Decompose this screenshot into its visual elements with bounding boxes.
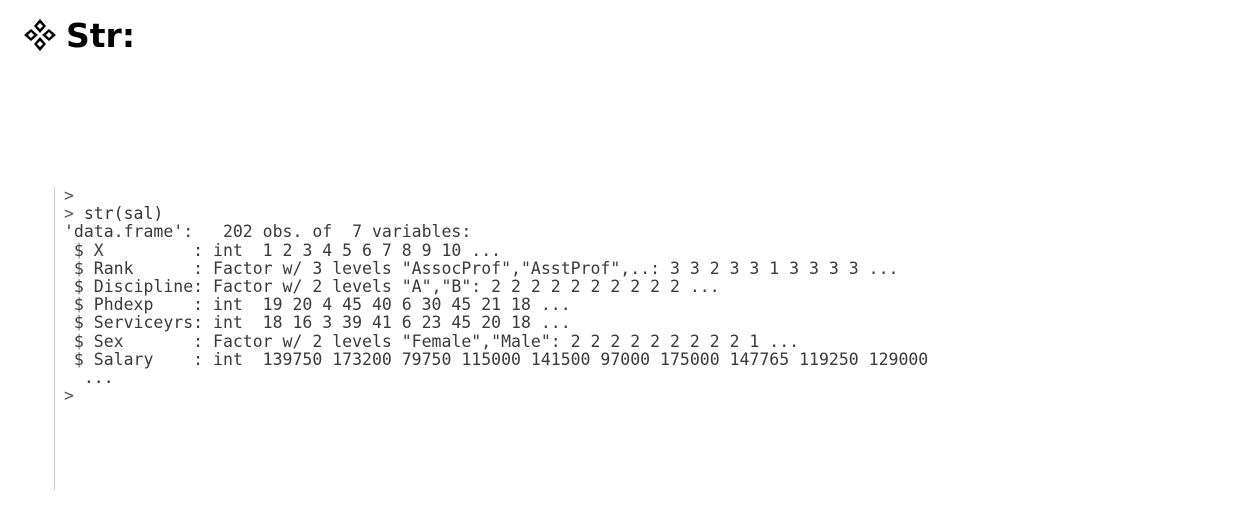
console-line: > (64, 386, 1214, 406)
four-diamonds-icon (24, 19, 56, 51)
console-text: $ Sex : Factor w/ 2 levels "Female","Mal… (64, 331, 800, 351)
console-text: $ Salary : int 139750 173200 79750 11500… (64, 349, 929, 369)
console-line: ... (64, 367, 1214, 387)
console-text: $ Serviceyrs: int 18 16 3 39 41 6 23 45 … (64, 313, 571, 333)
console-prompt: > (64, 204, 84, 224)
console-prompt: > (64, 386, 74, 406)
console-text: $ X : int 1 2 3 4 5 6 7 8 9 10 ... (64, 240, 502, 260)
console-line: $ Rank : Factor w/ 3 levels "AssocProf",… (64, 258, 1214, 278)
console-line: 'data.frame': 202 obs. of 7 variables: (64, 223, 1214, 241)
section-heading: Str: (22, 10, 135, 60)
console-line: $ Discipline: Factor w/ 2 levels "A","B"… (64, 276, 1214, 296)
console-text: ... (64, 367, 114, 387)
console-line: > (64, 186, 1214, 205)
console-line: > str(sal) (64, 205, 1214, 223)
console-text: $ Discipline: Factor w/ 2 levels "A","B"… (64, 276, 720, 296)
console-line: $ Sex : Factor w/ 2 levels "Female","Mal… (64, 331, 1214, 351)
console-prompt: > (64, 186, 74, 205)
console-line: $ Phdexp : int 19 20 4 45 40 6 30 45 21 … (64, 296, 1214, 314)
console-text: 'data.frame': 202 obs. of 7 variables: (64, 222, 472, 242)
r-console-output: > > str(sal) 'data.frame': 202 obs. of 7… (54, 186, 1214, 490)
console-line: $ Serviceyrs: int 18 16 3 39 41 6 23 45 … (64, 314, 1214, 332)
console-command: str(sal) (83, 204, 164, 224)
page-title: Str: (66, 15, 136, 55)
console-text: $ Phdexp : int 19 20 4 45 40 6 30 45 21 … (64, 295, 571, 315)
console-line: $ X : int 1 2 3 4 5 6 7 8 9 10 ... (64, 240, 1214, 260)
console-text: $ Rank : Factor w/ 3 levels "AssocProf",… (64, 258, 899, 278)
console-line: $ Salary : int 139750 173200 79750 11500… (64, 349, 1214, 369)
